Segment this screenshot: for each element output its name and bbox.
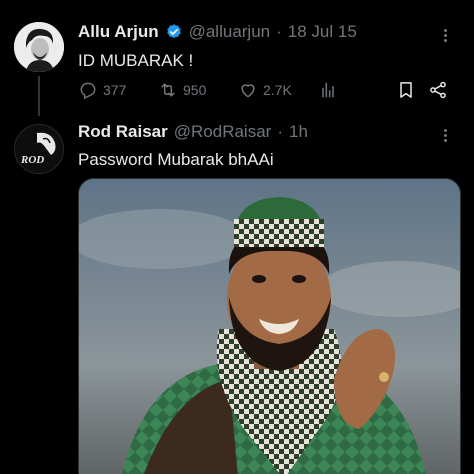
tweet-1-action-bar: 377 950 2.7K	[78, 80, 452, 102]
tweet-1-separator: ·	[276, 22, 282, 41]
more-dots-icon[interactable]	[436, 26, 454, 44]
thread-connector-line	[38, 76, 40, 116]
bookmark-icon	[400, 82, 412, 98]
tweet-2-author-name[interactable]: Rod Raisar	[78, 122, 168, 142]
share-button[interactable]	[428, 80, 448, 100]
tweet-2-text: Password Mubarak bhAAi	[78, 150, 274, 169]
heart-icon	[241, 84, 255, 98]
avatar-allu-arjun[interactable]	[14, 22, 64, 72]
tweet-1-date[interactable]: 18 Jul 15	[288, 22, 357, 42]
tweet-2-media-image[interactable]	[78, 178, 461, 474]
verified-badge-icon	[166, 24, 181, 39]
media-illustration	[79, 179, 460, 474]
like-button[interactable]: 2.7K	[238, 80, 292, 100]
views-chart-icon	[322, 82, 334, 98]
views-button[interactable]	[318, 80, 338, 100]
bookmark-button[interactable]	[396, 80, 416, 100]
tweet-1-header: Allu Arjun @alluarjun · 18 Jul 15	[78, 22, 357, 42]
like-count: 2.7K	[263, 82, 292, 98]
reply-button[interactable]: 377	[78, 80, 126, 100]
tweet-2-author-handle[interactable]: @RodRaisar	[174, 122, 272, 142]
more-dots-icon[interactable]	[436, 126, 454, 144]
avatar-logo-icon: ROD	[15, 125, 63, 173]
retweet-icon	[161, 83, 175, 97]
tweet-2-separator: ·	[277, 122, 283, 141]
share-icon	[430, 81, 446, 99]
avatar-logo-text: ROD	[20, 154, 44, 166]
tweet-1-author-name[interactable]: Allu Arjun	[78, 22, 159, 42]
avatar-rod-raisar[interactable]: ROD	[14, 124, 64, 174]
avatar-portrait-icon	[14, 22, 64, 72]
retweet-button[interactable]: 950	[158, 80, 206, 100]
reply-icon	[80, 82, 96, 100]
tweet-2-header: Rod Raisar @RodRaisar · 1h	[78, 122, 308, 142]
tweet-1-text: ID MUBARAK !	[78, 51, 194, 70]
retweet-count: 950	[183, 82, 207, 98]
tweet-1-author-handle[interactable]: @alluarjun	[189, 22, 271, 42]
tweet-2-time[interactable]: 1h	[289, 122, 308, 142]
reply-count: 377	[103, 82, 127, 98]
